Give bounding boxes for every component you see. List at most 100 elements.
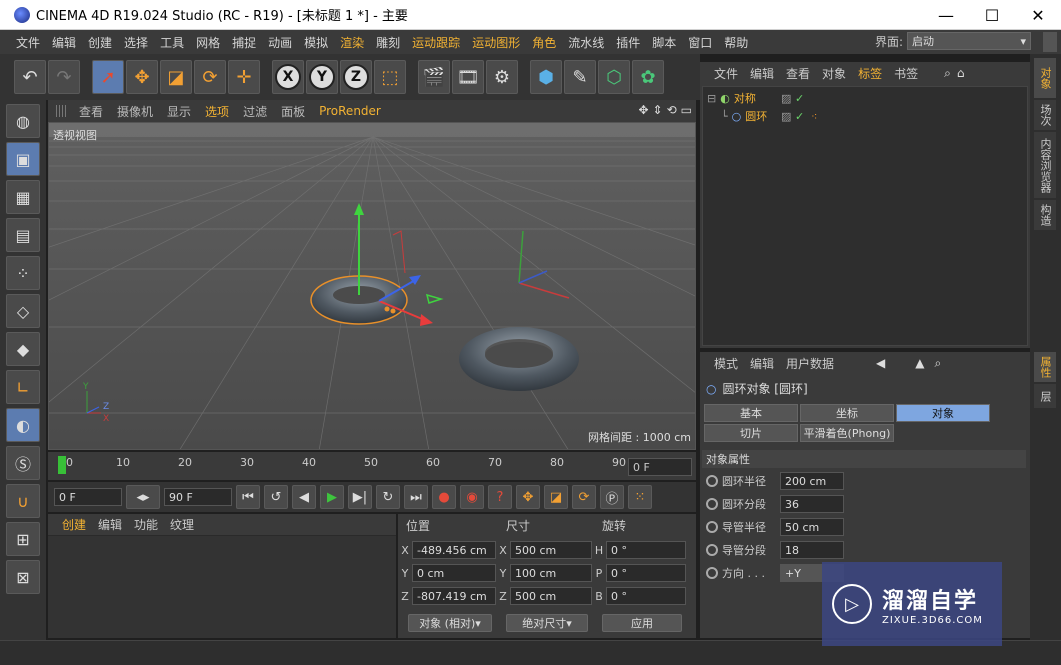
attr-menu-edit[interactable]: 编辑 [744, 355, 780, 372]
viewport-menu-display[interactable]: 显示 [160, 103, 198, 120]
material-menu-edit[interactable]: 编辑 [92, 516, 128, 533]
visibility-toggle-icon[interactable]: ▨ [781, 92, 791, 105]
autokey-button[interactable]: ◉ [460, 485, 484, 509]
objmgr-menu-tags[interactable]: 标签 [852, 65, 888, 82]
tab-object[interactable]: 对象 [896, 404, 990, 422]
key-parameter-button[interactable]: Ⓟ [600, 485, 624, 509]
enabled-check-icon[interactable]: ✓ [795, 110, 804, 123]
size-x-field[interactable]: 500 cm [510, 541, 592, 559]
viewport-menu-options[interactable]: 选项 [198, 103, 236, 120]
back-arrow-icon[interactable]: ◀ [876, 356, 885, 370]
object-row-torus[interactable]: └ ○ 圆环 ▨ ✓ ⁖ [721, 107, 817, 125]
objmgr-menu-file[interactable]: 文件 [708, 65, 744, 82]
keyframe-radio[interactable] [706, 544, 718, 556]
edges-mode-button[interactable]: ◇ [6, 294, 40, 328]
key-rotation-button[interactable]: ⟳ [572, 485, 596, 509]
apply-button[interactable]: 应用 [602, 614, 682, 632]
make-editable-button[interactable]: ◍ [6, 104, 40, 138]
menu-animate[interactable]: 动画 [262, 34, 298, 51]
pen-tool-button[interactable]: ✎ [564, 60, 596, 94]
menu-create[interactable]: 创建 [82, 34, 118, 51]
position-y-field[interactable]: 0 cm [412, 564, 496, 582]
objmgr-menu-edit[interactable]: 编辑 [744, 65, 780, 82]
lock-workplane-button[interactable]: ⊞ [6, 522, 40, 556]
tab-phong[interactable]: 平滑着色(Phong) [800, 424, 894, 442]
scale-tool-button[interactable]: ◪ [160, 60, 192, 94]
panel-grip-handle[interactable] [56, 105, 66, 117]
vtab-attributes[interactable]: 属性 [1034, 352, 1056, 382]
material-menu-texture[interactable]: 纹理 [164, 516, 200, 533]
keyframe-radio[interactable] [706, 498, 718, 510]
record-keys-button[interactable]: ● [432, 485, 456, 509]
menu-file[interactable]: 文件 [10, 34, 46, 51]
add-cube-button[interactable]: ⬢ [530, 60, 562, 94]
phong-tag-icon[interactable]: ⁖ [811, 110, 817, 123]
pan-icon[interactable]: ✥ [638, 103, 648, 117]
render-view-button[interactable]: 🎬 [418, 60, 450, 94]
current-frame-field[interactable]: 0 F [628, 458, 692, 476]
goto-next-key-button[interactable]: ↻ [376, 485, 400, 509]
objmgr-menu-objects[interactable]: 对象 [816, 65, 852, 82]
vtab-layers[interactable]: 层 [1034, 384, 1056, 408]
model-mode-button[interactable]: ▣ [6, 142, 40, 176]
object-row-symmetry[interactable]: ⊟ ◐ 对称 ▨ ✓ [707, 89, 804, 107]
object-name[interactable]: 对称 [734, 90, 756, 106]
menu-window[interactable]: 窗口 [682, 34, 718, 51]
menu-motion-tracking[interactable]: 运动跟踪 [406, 34, 466, 51]
position-z-field[interactable]: -807.419 cm [412, 587, 496, 605]
viewport-menu-view[interactable]: 查看 [72, 103, 110, 120]
magnet-button[interactable]: ∪ [6, 484, 40, 518]
size-mode-select[interactable]: 绝对尺寸 ▾ [506, 614, 588, 632]
polygons-mode-button[interactable]: ◆ [6, 332, 40, 366]
points-mode-button[interactable]: ⁘ [6, 256, 40, 290]
frame-range-slider[interactable]: ◂▸ [126, 485, 160, 509]
keyframe-radio[interactable] [706, 521, 718, 533]
menu-help[interactable]: 帮助 [718, 34, 754, 51]
workplane-mode-button[interactable]: ▤ [6, 218, 40, 252]
end-frame-field[interactable]: 90 F [164, 488, 232, 506]
redo-button[interactable]: ↷ [48, 60, 80, 94]
minimize-button[interactable]: — [923, 0, 969, 30]
timeline-ruler[interactable]: 0 10 20 30 40 50 60 70 80 90 0 F [48, 452, 696, 480]
rotation-h-field[interactable]: 0 ° [606, 541, 686, 559]
menu-select[interactable]: 选择 [118, 34, 154, 51]
maximize-button[interactable]: ☐ [969, 0, 1015, 30]
viewport-menu-camera[interactable]: 摄像机 [110, 103, 160, 120]
menu-script[interactable]: 脚本 [646, 34, 682, 51]
menu-character[interactable]: 角色 [526, 34, 562, 51]
render-picture-viewer-button[interactable]: 🎞 [452, 60, 484, 94]
pipe-segments-field[interactable]: 18 [780, 541, 844, 559]
3d-viewport[interactable]: Y Z X 透视视图 网格间距 : 1000 cm [48, 122, 696, 450]
material-menu-create[interactable]: 创建 [56, 516, 92, 533]
layout-select[interactable]: 启动 ▾ [907, 32, 1031, 50]
menu-sculpt[interactable]: 雕刻 [370, 34, 406, 51]
goto-start-button[interactable]: ⏮ [236, 485, 260, 509]
attr-menu-userdata[interactable]: 用户数据 [780, 355, 840, 372]
vtab-content-browser[interactable]: 内容浏览器 [1034, 132, 1056, 198]
objmgr-menu-bookmarks[interactable]: 书签 [888, 65, 924, 82]
tab-slice[interactable]: 切片 [704, 424, 798, 442]
keyframe-radio[interactable] [706, 567, 718, 579]
menu-snap[interactable]: 捕捉 [226, 34, 262, 51]
z-axis-lock-button[interactable]: Z [340, 60, 372, 94]
rotation-p-field[interactable]: 0 ° [606, 564, 686, 582]
step-back-button[interactable]: ◀ [292, 485, 316, 509]
viewport-menu-panel[interactable]: 面板 [274, 103, 312, 120]
menu-pipeline[interactable]: 流水线 [562, 34, 610, 51]
orbit-icon[interactable]: ⟲ [667, 103, 677, 117]
vtab-takes[interactable]: 场次 [1034, 100, 1056, 130]
up-arrow-icon[interactable]: ▲ [915, 356, 924, 370]
search-icon[interactable]: ⌕ [935, 356, 942, 371]
goto-prev-key-button[interactable]: ↺ [264, 485, 288, 509]
key-position-button[interactable]: ✥ [516, 485, 540, 509]
ring-radius-field[interactable]: 200 cm [780, 472, 844, 490]
workplane-align-button[interactable]: ⊠ [6, 560, 40, 594]
menu-tools[interactable]: 工具 [154, 34, 190, 51]
size-y-field[interactable]: 100 cm [510, 564, 592, 582]
object-list[interactable]: ⊟ ◐ 对称 ▨ ✓ └ ○ 圆环 ▨ ✓ ⁖ [702, 86, 1028, 346]
enabled-check-icon[interactable]: ✓ [795, 92, 804, 105]
close-button[interactable]: ✕ [1015, 0, 1061, 30]
menu-mograph[interactable]: 运动图形 [466, 34, 526, 51]
menu-plugins[interactable]: 插件 [610, 34, 646, 51]
home-icon[interactable]: ⌂ [957, 66, 965, 80]
